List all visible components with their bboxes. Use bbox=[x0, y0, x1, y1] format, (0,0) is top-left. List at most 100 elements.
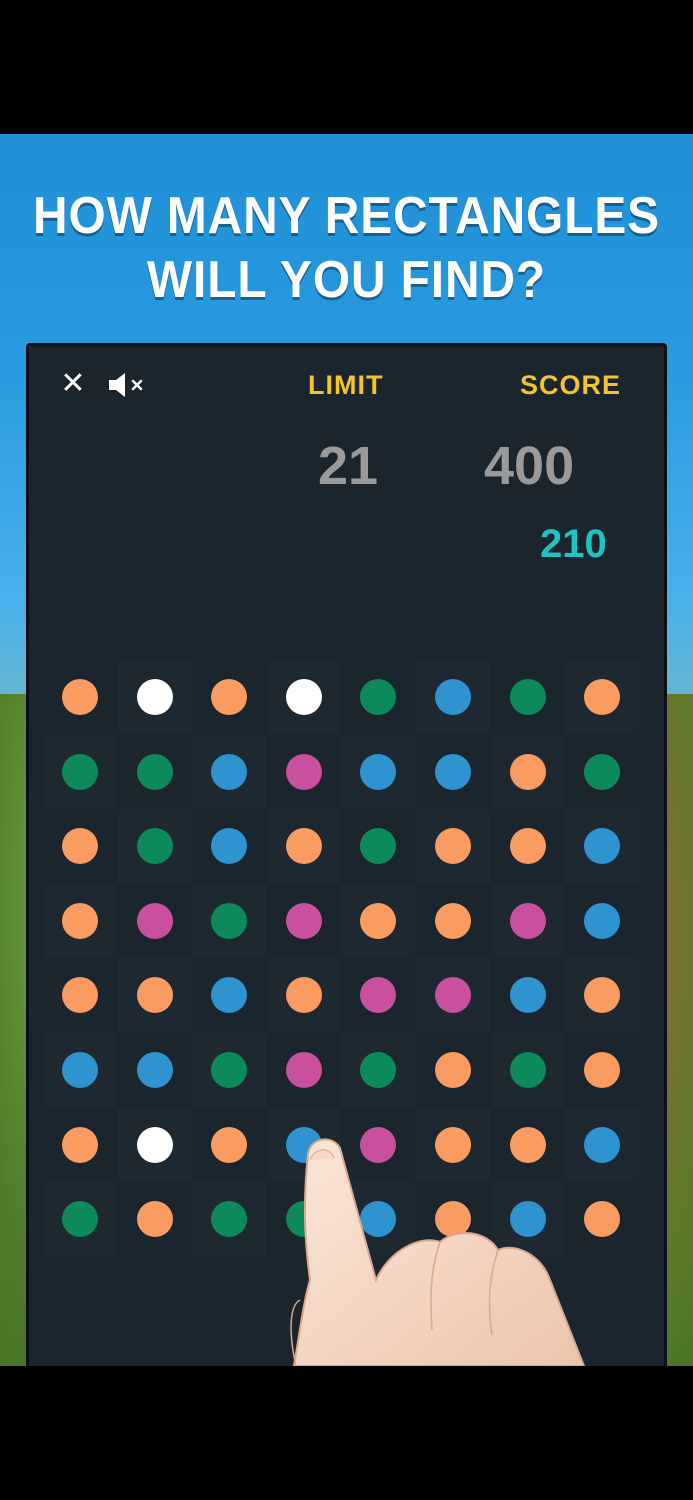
grid-cell[interactable] bbox=[565, 809, 639, 883]
blue-dot[interactable] bbox=[211, 753, 248, 790]
green-dot[interactable] bbox=[211, 902, 248, 939]
grid-cell[interactable] bbox=[267, 809, 341, 883]
orange-dot[interactable] bbox=[509, 828, 546, 865]
grid-cell[interactable] bbox=[491, 884, 565, 958]
pink-dot[interactable] bbox=[509, 902, 546, 939]
green-dot[interactable] bbox=[62, 1201, 98, 1238]
grid-cell[interactable] bbox=[416, 1033, 490, 1107]
green-dot[interactable] bbox=[509, 679, 546, 715]
grid-cell[interactable] bbox=[267, 735, 341, 809]
grid-cell[interactable] bbox=[341, 1108, 415, 1182]
pink-dot[interactable] bbox=[136, 902, 173, 939]
blue-dot[interactable] bbox=[435, 679, 471, 715]
grid-cell[interactable] bbox=[118, 1108, 192, 1182]
blue-dot[interactable] bbox=[62, 1052, 98, 1088]
grid-cell[interactable] bbox=[267, 958, 341, 1032]
blue-dot[interactable] bbox=[136, 1052, 173, 1088]
blue-dot[interactable] bbox=[211, 977, 248, 1014]
grid-cell[interactable] bbox=[341, 1033, 415, 1107]
grid-cell[interactable] bbox=[491, 809, 565, 883]
blue-dot[interactable] bbox=[509, 977, 546, 1014]
grid-cell[interactable] bbox=[118, 884, 192, 958]
blue-dot[interactable] bbox=[285, 1126, 322, 1163]
orange-dot[interactable] bbox=[62, 977, 98, 1014]
blue-dot[interactable] bbox=[509, 1201, 546, 1238]
green-dot[interactable] bbox=[584, 753, 621, 790]
close-icon[interactable]: ✕ bbox=[58, 368, 88, 400]
orange-dot[interactable] bbox=[584, 679, 621, 715]
grid-cell[interactable] bbox=[192, 809, 266, 883]
orange-dot[interactable] bbox=[285, 977, 322, 1014]
grid-cell[interactable] bbox=[565, 1033, 639, 1107]
grid-cell[interactable] bbox=[341, 809, 415, 883]
grid-cell[interactable] bbox=[43, 958, 117, 1032]
green-dot[interactable] bbox=[285, 1201, 322, 1238]
white-dot[interactable] bbox=[136, 1126, 173, 1163]
blue-dot[interactable] bbox=[360, 1201, 397, 1238]
grid-cell[interactable] bbox=[192, 884, 266, 958]
grid-cell[interactable] bbox=[118, 660, 192, 734]
grid-cell[interactable] bbox=[491, 958, 565, 1032]
grid-cell[interactable] bbox=[192, 735, 266, 809]
grid-cell[interactable] bbox=[43, 809, 117, 883]
grid-cell[interactable] bbox=[118, 735, 192, 809]
grid-cell[interactable] bbox=[416, 884, 490, 958]
orange-dot[interactable] bbox=[435, 1126, 471, 1163]
blue-dot[interactable] bbox=[584, 902, 621, 939]
orange-dot[interactable] bbox=[435, 828, 471, 865]
grid-cell[interactable] bbox=[565, 660, 639, 734]
grid-cell[interactable] bbox=[192, 958, 266, 1032]
grid-cell[interactable] bbox=[267, 884, 341, 958]
orange-dot[interactable] bbox=[211, 1126, 248, 1163]
grid-cell[interactable] bbox=[43, 1182, 117, 1256]
grid-cell[interactable] bbox=[491, 1033, 565, 1107]
blue-dot[interactable] bbox=[360, 753, 397, 790]
blue-dot[interactable] bbox=[435, 753, 471, 790]
grid-cell[interactable] bbox=[118, 1033, 192, 1107]
orange-dot[interactable] bbox=[435, 1052, 471, 1088]
grid-cell[interactable] bbox=[416, 735, 490, 809]
orange-dot[interactable] bbox=[584, 977, 621, 1014]
orange-dot[interactable] bbox=[62, 1126, 98, 1163]
grid-cell[interactable] bbox=[491, 660, 565, 734]
orange-dot[interactable] bbox=[62, 679, 98, 715]
grid-cell[interactable] bbox=[267, 1033, 341, 1107]
pink-dot[interactable] bbox=[360, 1126, 397, 1163]
blue-dot[interactable] bbox=[211, 828, 248, 865]
green-dot[interactable] bbox=[136, 753, 173, 790]
green-dot[interactable] bbox=[62, 753, 98, 790]
grid-cell[interactable] bbox=[43, 1108, 117, 1182]
green-dot[interactable] bbox=[509, 1052, 546, 1088]
orange-dot[interactable] bbox=[136, 977, 173, 1014]
orange-dot[interactable] bbox=[584, 1201, 621, 1238]
grid-cell[interactable] bbox=[341, 958, 415, 1032]
grid-cell[interactable] bbox=[192, 1182, 266, 1256]
pink-dot[interactable] bbox=[285, 753, 322, 790]
grid-cell[interactable] bbox=[491, 735, 565, 809]
pink-dot[interactable] bbox=[435, 977, 471, 1014]
pink-dot[interactable] bbox=[360, 977, 397, 1014]
orange-dot[interactable] bbox=[62, 828, 98, 865]
grid-cell[interactable] bbox=[565, 958, 639, 1032]
grid-cell[interactable] bbox=[43, 735, 117, 809]
blue-dot[interactable] bbox=[584, 828, 621, 865]
grid-cell[interactable] bbox=[267, 660, 341, 734]
orange-dot[interactable] bbox=[136, 1201, 173, 1238]
grid-cell[interactable] bbox=[341, 1182, 415, 1256]
grid-cell[interactable] bbox=[565, 735, 639, 809]
grid-cell[interactable] bbox=[192, 660, 266, 734]
white-dot[interactable] bbox=[136, 679, 173, 715]
orange-dot[interactable] bbox=[62, 902, 98, 939]
grid-cell[interactable] bbox=[565, 1182, 639, 1256]
grid-cell[interactable] bbox=[416, 958, 490, 1032]
green-dot[interactable] bbox=[360, 1052, 397, 1088]
grid-cell[interactable] bbox=[341, 660, 415, 734]
orange-dot[interactable] bbox=[509, 1126, 546, 1163]
grid-cell[interactable] bbox=[341, 884, 415, 958]
orange-dot[interactable] bbox=[360, 902, 397, 939]
grid-cell[interactable] bbox=[491, 1182, 565, 1256]
grid-cell[interactable] bbox=[416, 1108, 490, 1182]
green-dot[interactable] bbox=[211, 1052, 248, 1088]
pink-dot[interactable] bbox=[285, 1052, 322, 1088]
orange-dot[interactable] bbox=[435, 902, 471, 939]
